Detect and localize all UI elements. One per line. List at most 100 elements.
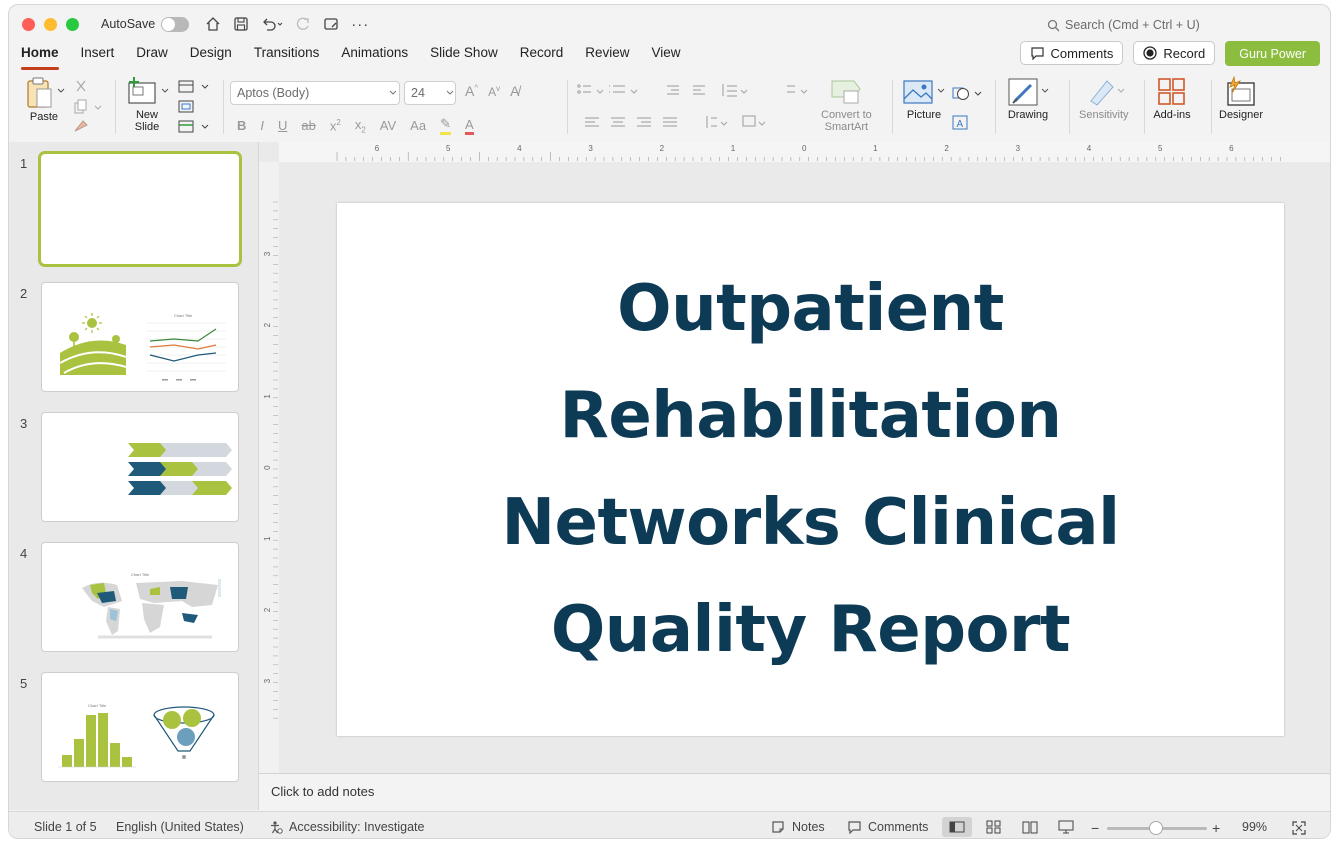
vertical-ruler[interactable]: 3 2 1 0 1 2 3 bbox=[259, 162, 279, 773]
horizontal-ruler[interactable]: 6 5 4 3 2 1 0 1 2 3 4 5 6 bbox=[279, 142, 1331, 162]
grow-font-icon[interactable]: A^ bbox=[465, 83, 478, 99]
tab-home[interactable]: Home bbox=[21, 43, 69, 71]
ruler-label: 1 bbox=[263, 394, 272, 399]
comments-button-label: Comments bbox=[1050, 45, 1114, 61]
zoom-in-button[interactable]: + bbox=[1212, 820, 1220, 836]
zoom-level[interactable]: 99% bbox=[1242, 820, 1267, 834]
picture-button[interactable]: Picture bbox=[901, 75, 947, 121]
notes-icon bbox=[772, 821, 784, 833]
change-case-icon[interactable]: Aa bbox=[410, 118, 426, 133]
slide-thumbnail-3[interactable] bbox=[41, 412, 239, 522]
drawing-button[interactable]: Drawing bbox=[1005, 75, 1051, 121]
tab-animations[interactable]: Animations bbox=[341, 43, 418, 71]
ruler-label: 3 bbox=[263, 678, 272, 683]
ruler-label: 2 bbox=[660, 144, 665, 153]
more-options-icon[interactable]: ··· bbox=[351, 16, 369, 33]
tab-transitions[interactable]: Transitions bbox=[254, 43, 330, 71]
minimize-window-button[interactable] bbox=[44, 17, 57, 31]
strikethrough-icon[interactable]: ab bbox=[301, 118, 315, 133]
comments-button[interactable]: Comments bbox=[1019, 41, 1124, 65]
highlight-icon[interactable]: ✎ bbox=[440, 116, 451, 135]
current-slide[interactable]: Outpatient Rehabilitation Networks Clini… bbox=[337, 203, 1284, 736]
thumbnail-2-graphic: Chart Title bbox=[59, 313, 226, 381]
close-window-button[interactable] bbox=[22, 17, 35, 31]
slide-thumbnail-4[interactable]: Chart Title bbox=[41, 542, 239, 652]
tab-record[interactable]: Record bbox=[520, 43, 574, 71]
new-slide-button[interactable]: New Slide bbox=[125, 75, 169, 133]
italic-icon[interactable]: I bbox=[260, 118, 264, 133]
slide-thumbnail-1[interactable] bbox=[38, 151, 242, 267]
tab-design[interactable]: Design bbox=[190, 43, 242, 71]
clipboard-icon bbox=[27, 77, 65, 108]
shapes-textbox-icons[interactable]: A bbox=[949, 82, 989, 134]
picture-label: Picture bbox=[906, 109, 942, 121]
tab-insert[interactable]: Insert bbox=[81, 43, 125, 71]
character-spacing-icon[interactable]: AV bbox=[380, 118, 396, 133]
notes-placeholder: Click to add notes bbox=[271, 784, 375, 799]
sensitivity-label: Sensitivity bbox=[1079, 109, 1129, 121]
save-icon[interactable] bbox=[233, 16, 249, 32]
layout-reset-section-icons[interactable] bbox=[177, 79, 217, 137]
tab-view[interactable]: View bbox=[652, 43, 691, 71]
subscript-icon[interactable]: x2 bbox=[355, 117, 366, 135]
fit-to-window-icon[interactable] bbox=[1292, 821, 1306, 835]
maximize-window-button[interactable] bbox=[66, 17, 79, 31]
autosave-toggle[interactable] bbox=[161, 16, 190, 32]
zoom-slider-thumb[interactable] bbox=[1149, 821, 1163, 835]
ruler-label: 3 bbox=[1016, 144, 1021, 153]
slideshow-view-button[interactable] bbox=[1051, 817, 1081, 837]
slide-thumbnail-2[interactable]: Chart Title bbox=[41, 282, 239, 392]
normal-view-button[interactable] bbox=[942, 817, 972, 837]
autosave-label: AutoSave bbox=[101, 17, 156, 31]
clipboard-tools-icon[interactable] bbox=[73, 79, 113, 137]
accessibility-checker[interactable]: Accessibility: Investigate bbox=[269, 820, 424, 834]
superscript-icon[interactable]: x2 bbox=[330, 118, 341, 133]
accessibility-label: Accessibility: Investigate bbox=[289, 820, 425, 834]
ruler-label: 6 bbox=[1229, 144, 1234, 153]
thumbnail-4-graphic: Chart Title bbox=[82, 572, 221, 639]
ruler-label: 2 bbox=[263, 607, 272, 612]
slide-editor[interactable]: 6 5 4 3 2 1 0 1 2 3 4 5 6 3 2 1 0 1 2 3 Outpatient Rehabil… bbox=[259, 142, 1331, 773]
tab-review[interactable]: Review bbox=[585, 43, 639, 71]
undo-icon[interactable] bbox=[261, 16, 283, 32]
bold-icon[interactable]: B bbox=[237, 118, 246, 133]
home-icon[interactable] bbox=[205, 16, 221, 32]
notes-toggle[interactable]: Notes bbox=[771, 820, 825, 834]
search-box[interactable]: Search (Cmd + Ctrl + U) bbox=[1047, 18, 1200, 32]
slide-thumbnail-panel[interactable]: 1 2 Chart Title 3 4 Chart Title 5 Chart … bbox=[9, 142, 259, 810]
sensitivity-button[interactable]: Sensitivity bbox=[1079, 75, 1129, 121]
designer-button[interactable]: Designer bbox=[1219, 75, 1263, 121]
tab-slide-show[interactable]: Slide Show bbox=[430, 43, 508, 71]
window-controls bbox=[22, 17, 79, 31]
clear-formatting-icon[interactable]: A̸ bbox=[510, 83, 519, 99]
present-icon[interactable] bbox=[323, 16, 339, 32]
title-bar: AutoSave ··· Search (Cmd + Ctrl + U) bbox=[9, 5, 1330, 43]
font-color-icon[interactable]: A bbox=[464, 117, 474, 135]
comments-toggle[interactable]: Comments bbox=[847, 820, 928, 834]
reading-view-button[interactable] bbox=[1015, 817, 1045, 837]
slide-thumbnail-5[interactable]: Chart Title bbox=[41, 672, 239, 782]
slide-number: 4 bbox=[20, 546, 28, 561]
notes-pane[interactable]: Click to add notes bbox=[259, 773, 1330, 810]
thumbnail-5-graphic: Chart Title bbox=[58, 703, 215, 768]
ruler-label: 2 bbox=[944, 144, 949, 153]
font-format-group: B I U ab x2 x2 AV Aa ✎ A bbox=[237, 116, 474, 135]
slide-sorter-button[interactable] bbox=[979, 817, 1009, 837]
paste-button[interactable]: Paste bbox=[23, 75, 65, 123]
language-indicator[interactable]: English (United States) bbox=[116, 820, 244, 834]
record-button-label: Record bbox=[1163, 45, 1206, 61]
addins-button[interactable]: Add-ins bbox=[1152, 75, 1192, 121]
underline-icon[interactable]: U bbox=[278, 118, 287, 133]
paragraph-tools-icons[interactable] bbox=[575, 82, 815, 134]
convert-smartart-button[interactable]: Convert to SmartArt bbox=[821, 75, 872, 133]
guru-power-button[interactable]: Guru Power bbox=[1225, 41, 1320, 66]
shrink-font-icon[interactable]: Av bbox=[488, 84, 500, 99]
slide-number: 3 bbox=[20, 416, 28, 431]
addins-label: Add-ins bbox=[1153, 109, 1191, 121]
slide-title[interactable]: Outpatient Rehabilitation Networks Clini… bbox=[401, 256, 1221, 684]
tab-draw[interactable]: Draw bbox=[136, 43, 178, 71]
redo-icon[interactable] bbox=[295, 16, 311, 32]
record-button[interactable]: Record bbox=[1133, 41, 1216, 65]
font-name-select[interactable]: Aptos (Body) bbox=[230, 81, 400, 105]
zoom-out-button[interactable]: − bbox=[1091, 820, 1099, 836]
